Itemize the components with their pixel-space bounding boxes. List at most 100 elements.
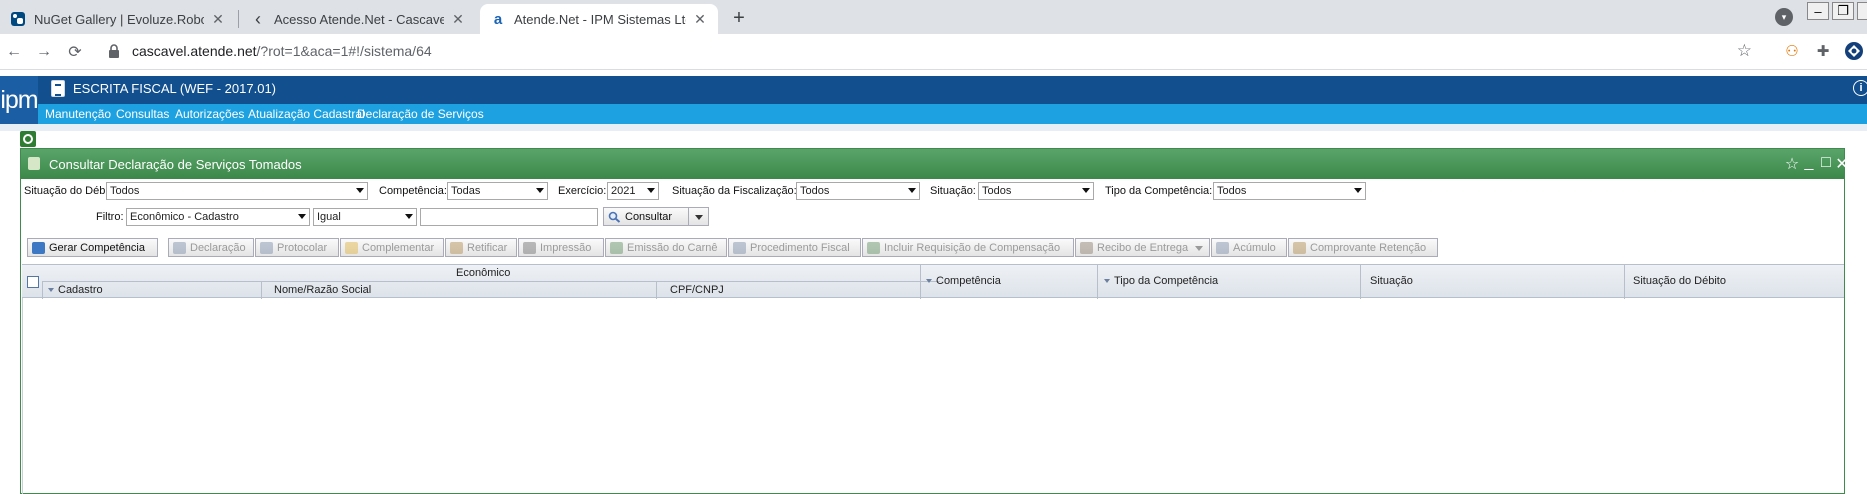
select-all-checkbox[interactable] (27, 276, 39, 288)
grid-separator (1624, 265, 1625, 299)
app-module-icon (51, 80, 65, 97)
menu-manutencao[interactable]: Manutenção (45, 107, 111, 121)
action-label: Protocolar (277, 241, 328, 254)
chevron-down-icon (356, 188, 364, 193)
extensions-puzzle-icon[interactable]: ✚ (1812, 40, 1834, 62)
search-icon (608, 211, 621, 223)
recibo-entrega-button[interactable]: Recibo de Entrega (1075, 238, 1210, 257)
action-label: Retificar (467, 241, 508, 254)
column-situacao[interactable]: Situação (1370, 275, 1413, 287)
menu-declaracao-servicos[interactable]: Declaração de Serviços (357, 107, 484, 121)
grid-separator (920, 265, 921, 299)
settings-gear-icon[interactable] (20, 131, 36, 147)
situacao-select[interactable]: Todos (978, 182, 1094, 200)
column-label: Tipo da Competência (1114, 275, 1219, 287)
address-bar[interactable]: cascavel.atende.net/?rot=1&aca=1#!/siste… (100, 38, 1760, 66)
gerar-competencia-button[interactable]: Gerar Competência (27, 238, 158, 257)
grid-separator (1360, 265, 1361, 299)
tab-search-icon[interactable]: ▾ (1775, 8, 1793, 26)
filtro-label: Filtro: (96, 211, 124, 223)
url-path: /?rot=1&aca=1#!/sistema/64 (256, 43, 432, 59)
filtro-text-input[interactable] (420, 208, 598, 226)
incluir-requisicao-compensacao-button[interactable]: Incluir Requisição de Compensação (862, 238, 1074, 257)
tab-close-icon[interactable]: ✕ (692, 11, 708, 28)
close-window-icon[interactable] (1857, 2, 1867, 20)
chevron-down-icon (536, 188, 544, 193)
tab-close-icon[interactable]: ✕ (210, 11, 226, 28)
new-tab-button[interactable]: + (727, 6, 751, 30)
forward-icon[interactable]: → (33, 41, 55, 63)
generate-icon (32, 241, 45, 254)
bookmark-star-icon[interactable]: ☆ (1737, 41, 1752, 61)
action-label: Recibo de Entrega (1097, 241, 1189, 254)
filtro-field-select[interactable]: Econômico - Cadastro (126, 208, 310, 226)
complementar-button[interactable]: Complementar (340, 238, 444, 257)
tab-title: NuGet Gallery | Evoluze.Roboluze (34, 11, 204, 27)
minimize-window-icon[interactable]: – (1807, 2, 1829, 20)
filtro-field-value: Econômico - Cadastro (130, 211, 239, 223)
column-situacao-debito[interactable]: Situação do Débito (1633, 275, 1726, 287)
profile-extension-icon[interactable]: ⚇ (1781, 40, 1803, 62)
column-tipo-competencia[interactable]: Tipo da Competência (1104, 275, 1218, 287)
column-cpf-cnpj[interactable]: CPF/CNPJ (670, 284, 724, 296)
tab-close-icon[interactable]: ✕ (450, 11, 466, 28)
column-cadastro[interactable]: Cadastro (48, 284, 103, 296)
acumulo-button[interactable]: Acúmulo (1211, 238, 1287, 257)
grid-group-divider (42, 281, 940, 282)
info-icon[interactable]: i (1853, 80, 1867, 96)
app-title: ESCRITA FISCAL (WEF - 2017.01) (73, 81, 276, 96)
grid-separator (261, 282, 262, 299)
tab-title: Acesso Atende.Net - Cascavel/PR (274, 11, 444, 27)
column-label: Cadastro (58, 284, 103, 296)
declaracao-button[interactable]: Declaração (168, 238, 254, 257)
chevron-down-icon (1354, 188, 1362, 193)
impressao-button[interactable]: Impressão (518, 238, 604, 257)
reload-icon[interactable]: ⟳ (64, 41, 86, 63)
app-header (0, 76, 1867, 104)
window-close-icon[interactable]: ✕ (1834, 154, 1850, 174)
situacao-debito-value: Todos (110, 185, 140, 197)
browser-tab-acesso[interactable]: ‹ Acesso Atende.Net - Cascavel/PR ✕ (240, 4, 476, 34)
add-doc-icon (867, 241, 880, 254)
browser-tab-atende[interactable]: a Atende.Net - IPM Sistemas Ltda. ✕ (480, 4, 718, 34)
situacao-fiscalizacao-select[interactable]: Todos (796, 182, 920, 200)
emissao-carne-button[interactable]: Emissão do Carnê (605, 238, 727, 257)
browser-tab-nuget[interactable]: NuGet Gallery | Evoluze.Roboluze ✕ (0, 4, 236, 34)
column-competencia[interactable]: Competência (926, 275, 1001, 287)
restore-window-icon[interactable]: ❐ (1832, 2, 1854, 20)
situacao-debito-select[interactable]: Todos (106, 182, 368, 200)
chevron-down-icon (405, 214, 413, 219)
sort-arrow-icon (926, 279, 932, 284)
favorite-star-icon[interactable]: ☆ (1784, 154, 1800, 174)
atende-icon: a (493, 10, 503, 28)
window-minimize-icon[interactable]: _ (1801, 154, 1817, 172)
invoice-icon (610, 241, 623, 254)
atende-extension-icon[interactable] (1843, 40, 1865, 62)
chevron-down-icon (298, 214, 306, 219)
lock-icon (109, 44, 119, 58)
column-nome-razao-social[interactable]: Nome/Razão Social (274, 284, 371, 296)
menu-autorizacoes[interactable]: Autorizações (175, 107, 244, 121)
chevron-down-icon (1082, 188, 1090, 193)
consultar-button[interactable]: Consultar (603, 207, 689, 226)
action-label: Acúmulo (1233, 241, 1276, 254)
consultar-dropdown-button[interactable] (688, 207, 709, 226)
window-titlebar: Consultar Declaração de Serviços Tomados… (21, 149, 1849, 179)
exercicio-select[interactable]: 2021 (607, 182, 659, 200)
retificar-button[interactable]: Retificar (445, 238, 517, 257)
menu-atualizacao-cadastral[interactable]: Atualização Cadastral (248, 107, 365, 121)
window-maximize-icon[interactable]: □ (1818, 154, 1834, 172)
competencia-select[interactable]: Todas (447, 182, 548, 200)
comprovante-retencao-button[interactable]: Comprovante Retenção (1288, 238, 1438, 257)
protocolar-button[interactable]: Protocolar (255, 238, 339, 257)
filtro-operator-select[interactable]: Igual (313, 208, 417, 226)
back-icon[interactable]: ← (3, 41, 25, 63)
tipo-competencia-select[interactable]: Todos (1213, 182, 1366, 200)
procedimento-fiscal-button[interactable]: Procedimento Fiscal (728, 238, 861, 257)
competencia-value: Todas (451, 185, 481, 197)
declaration-icon (173, 241, 186, 254)
grid-group-economico: Econômico (456, 267, 511, 279)
consultar-label: Consultar (625, 210, 673, 223)
situacao-value: Todos (982, 185, 1012, 197)
menu-consultas[interactable]: Consultas (116, 107, 169, 121)
